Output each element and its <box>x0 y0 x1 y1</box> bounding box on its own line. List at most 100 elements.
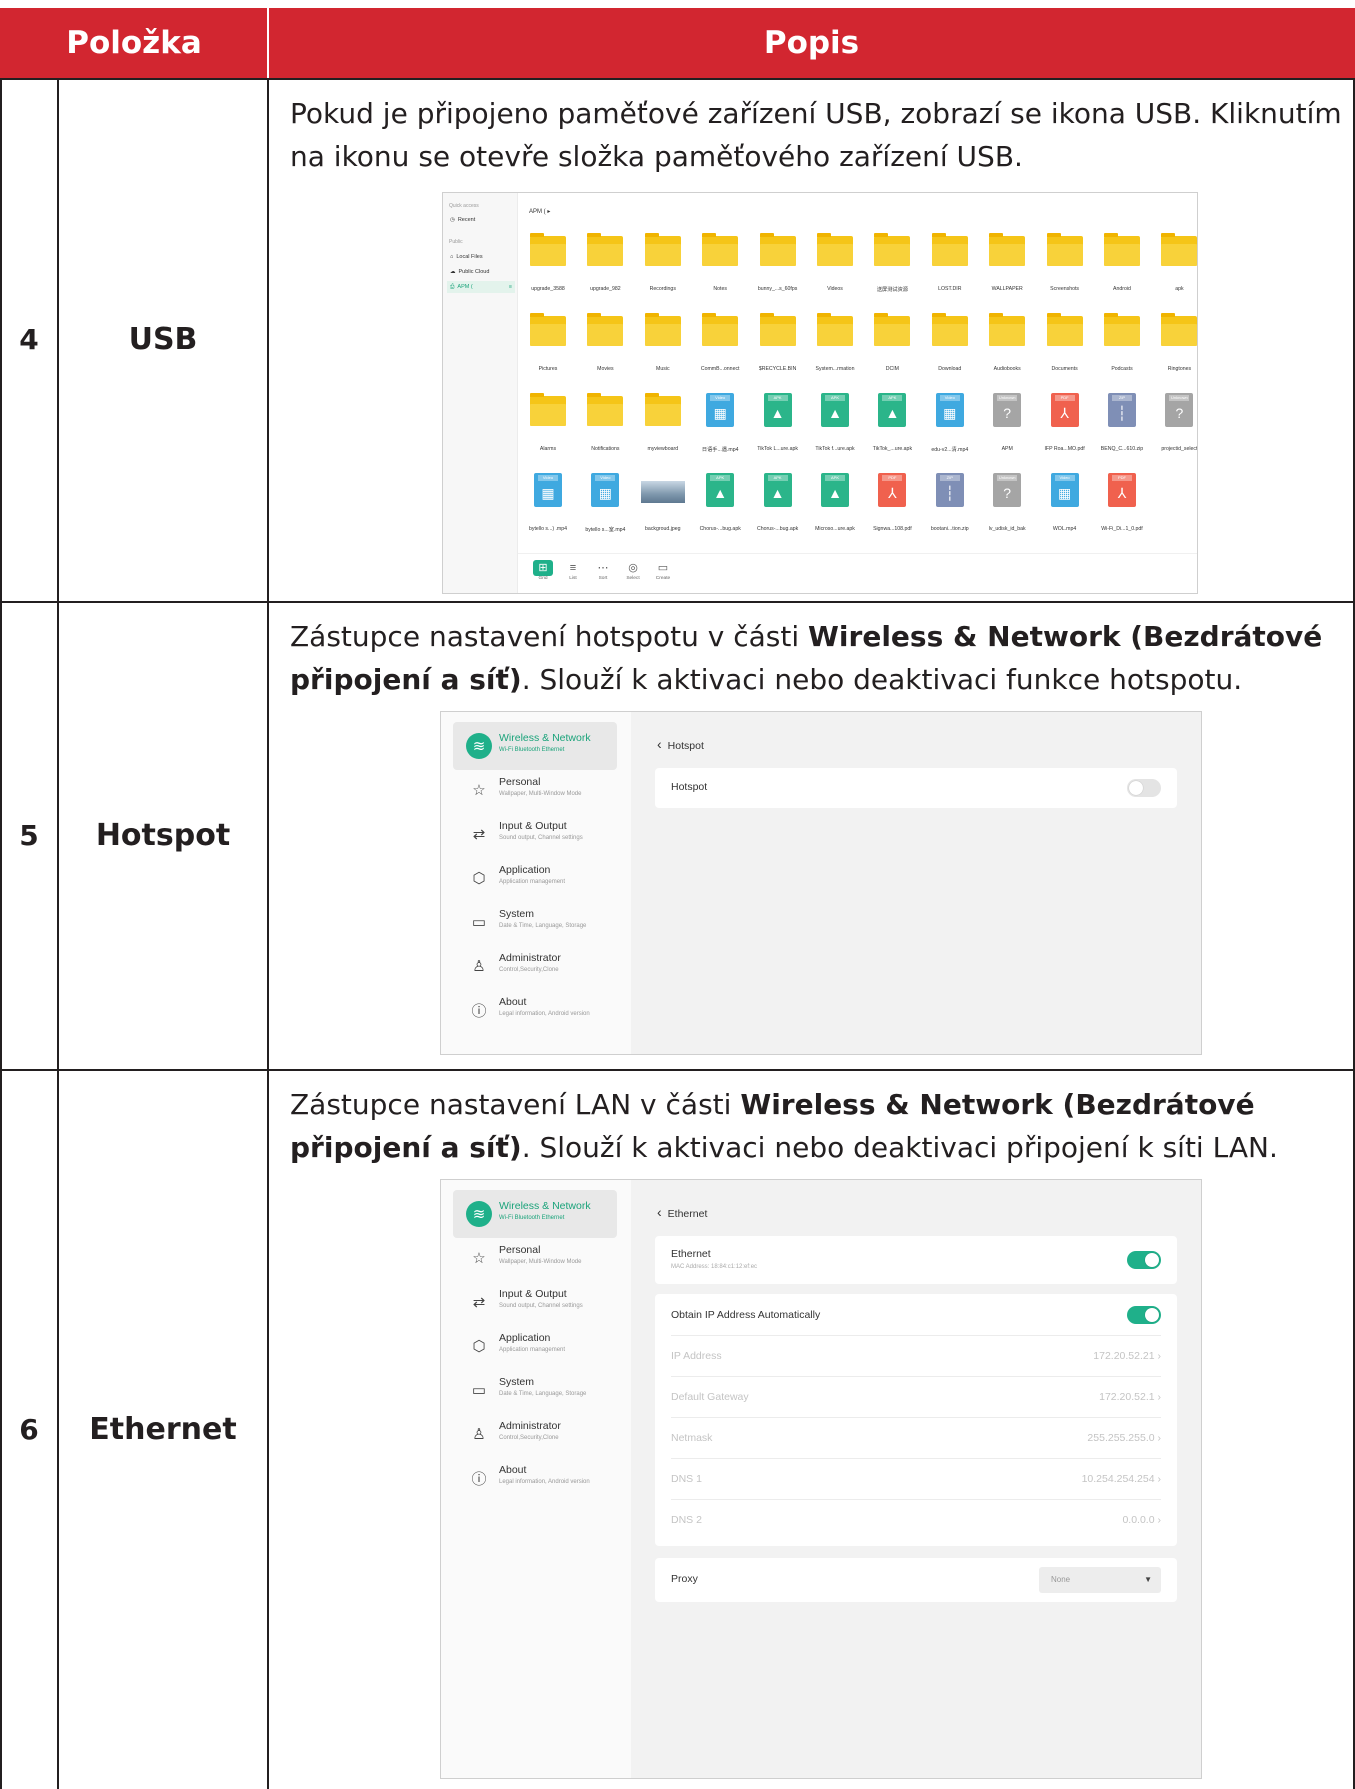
ip-field-value[interactable]: 10.254.254.254 › <box>1082 1473 1161 1485</box>
file-item[interactable]: LOST.DIR <box>922 233 978 313</box>
eject-icon[interactable]: ≡ <box>509 284 512 290</box>
settings-menu-item[interactable]: ≋ Wireless & Network Wi-Fi Bluetooth Ether… <box>453 1190 617 1238</box>
file-item[interactable]: bunny_...s_60fps <box>750 233 806 313</box>
file-item[interactable]: Download <box>922 313 978 393</box>
file-type-tag: APK <box>882 395 903 401</box>
file-item[interactable]: ZIP ┆ BENQ_C...610.zip <box>1094 393 1150 473</box>
settings-menu-item[interactable]: ⇄ Input & Output Sound output, Channel set… <box>453 1278 617 1326</box>
file-item[interactable]: System...rmation <box>807 313 863 393</box>
hotspot-toggle[interactable] <box>1127 779 1161 797</box>
file-item[interactable]: Video ▦ WOL.mp4 <box>1037 473 1093 553</box>
file-item[interactable]: myviewboard <box>635 393 691 473</box>
file-name: Notes <box>713 286 727 292</box>
grid-view-button[interactable]: ⊞ Grid <box>530 560 556 590</box>
create-folder-button[interactable]: ▭ Create <box>650 560 676 590</box>
cloud-icon: ☁ <box>450 269 456 275</box>
file-item[interactable]: CommB...onnect <box>692 313 748 393</box>
file-item[interactable]: apk <box>1151 233 1197 313</box>
file-item[interactable]: Video ▦ bytello s...) .mp4 <box>520 473 576 553</box>
file-item[interactable]: Video ▦ 日语手...遇.mp4 <box>692 393 748 473</box>
usb-icon: ⎙ <box>450 283 455 290</box>
apk-file-icon: APK ▲ <box>821 473 849 507</box>
file-item[interactable]: DCIM <box>864 313 920 393</box>
settings-menu-item[interactable]: ⓘ About Legal information, Android version <box>453 1454 617 1502</box>
unknown-file-icon: Unknown? <box>993 393 1022 427</box>
file-item[interactable]: WALLPAPER <box>979 233 1035 313</box>
file-item[interactable]: 送屏测试资源 <box>864 233 920 313</box>
file-item[interactable]: APK ▲ TikTok f...ure.apk <box>807 393 863 473</box>
file-item[interactable]: Movies <box>577 313 633 393</box>
ip-field-value[interactable]: 255.255.255.0 › <box>1087 1432 1161 1444</box>
sort-button[interactable]: ⋯ Sort <box>590 560 616 590</box>
file-item[interactable]: Notifications <box>577 393 633 473</box>
breadcrumb[interactable]: APM ( ▸ <box>529 208 550 215</box>
file-name: Documents <box>1051 366 1078 372</box>
file-item[interactable]: Unknown? lv_udisk_id_bak <box>979 473 1035 553</box>
sidebar-item-public-cloud[interactable]: ☁ Public Cloud <box>447 266 515 278</box>
back-button[interactable]: ‹ Ethernet <box>657 1204 707 1220</box>
settings-menu-item[interactable]: ♙ Administrator Control,Security,Clone <box>453 1410 617 1458</box>
file-item[interactable]: Documents <box>1037 313 1093 393</box>
settings-menu-item[interactable]: ♙ Administrator Control,Security,Clone <box>453 942 617 990</box>
file-item[interactable]: Video ▦ bytello s...室.mp4 <box>577 473 633 553</box>
file-name: apk <box>1175 286 1184 292</box>
file-item[interactable]: upgrade_3588 <box>520 233 576 313</box>
list-view-button[interactable]: ≡ List <box>560 560 586 590</box>
file-item[interactable]: ZIP ┆ bootani...tion.zip <box>922 473 978 553</box>
settings-menu-item[interactable]: ⇄ Input & Output Sound output, Channel set… <box>453 810 617 858</box>
file-item[interactable]: Music <box>635 313 691 393</box>
ip-field-value[interactable]: 172.20.52.21 › <box>1093 1350 1161 1362</box>
file-item[interactable]: Ringtones <box>1151 313 1197 393</box>
file-item[interactable]: Recordings <box>635 233 691 313</box>
obtain-ip-toggle[interactable] <box>1127 1306 1161 1324</box>
sidebar-item-recent[interactable]: ◷ Recent <box>447 214 515 226</box>
settings-menu-item[interactable]: ☆ Personal Wallpaper, Multi-Window Mode <box>453 1234 617 1282</box>
settings-menu-item[interactable]: ▭ System Date & Time, Language, Storage <box>453 1366 617 1414</box>
settings-menu-item[interactable]: ⬡ Application Application management <box>453 1322 617 1370</box>
proxy-select[interactable]: None ▼ <box>1039 1567 1161 1593</box>
file-item[interactable]: Alarms <box>520 393 576 473</box>
file-item[interactable]: Android <box>1094 233 1150 313</box>
file-item[interactable]: Video ▦ edu-v2...清.mp4 <box>922 393 978 473</box>
file-item[interactable]: $RECYCLE.BIN <box>750 313 806 393</box>
file-item[interactable]: PDF ⅄ Signwa...108.pdf <box>864 473 920 553</box>
folder-icon <box>530 313 566 346</box>
file-item[interactable]: APK ▲ Chorus-...bug.apk <box>692 473 748 553</box>
settings-menu-item[interactable]: ☆ Personal Wallpaper, Multi-Window Mode <box>453 766 617 814</box>
settings-menu-item[interactable]: ⓘ About Legal information, Android version <box>453 986 617 1034</box>
hotspot-settings-screenshot: ≋ Wireless & Network Wi-Fi Bluetooth Ether… <box>440 711 1202 1055</box>
folder-icon <box>1104 233 1140 266</box>
file-item[interactable]: APK ▲ TikTok_...ure.apk <box>864 393 920 473</box>
back-button[interactable]: ‹ Hotspot <box>657 736 704 752</box>
select-button[interactable]: ◎ Select <box>620 560 646 590</box>
file-item[interactable]: PDF ⅄ IFP Roa...MO.pdf <box>1037 393 1093 473</box>
file-item[interactable]: Unknown? projectid_select <box>1151 393 1197 473</box>
sidebar-item-apm[interactable]: ⎙ APM (≡ <box>447 281 515 293</box>
description-text: . Slouží k aktivaci nebo deaktivaci přip… <box>521 1131 1278 1164</box>
file-item[interactable]: APK ▲ Microso...ure.apk <box>807 473 863 553</box>
file-item[interactable]: Pictures <box>520 313 576 393</box>
ip-field-value[interactable]: 172.20.52.1 › <box>1099 1391 1161 1403</box>
ethernet-toggle[interactable] <box>1127 1251 1161 1269</box>
video-file-icon: Video ▦ <box>1050 473 1079 507</box>
file-item[interactable]: Audiobooks <box>979 313 1035 393</box>
file-item[interactable]: Notes <box>692 233 748 313</box>
file-item[interactable]: backgroud.jpeg <box>635 473 691 553</box>
settings-menu-item[interactable]: ⬡ Application Application management <box>453 854 617 902</box>
file-item[interactable]: upgrade_982 <box>577 233 633 313</box>
sidebar-item-local-files[interactable]: ⌂ Local Files <box>447 251 515 263</box>
file-item[interactable]: PDF ⅄ Wi-Fi_Di...1_0.pdf <box>1094 473 1150 553</box>
file-item[interactable]: Unknown? APM <box>979 393 1035 473</box>
file-item[interactable]: Videos <box>807 233 863 313</box>
file-item[interactable]: APK ▲ Chorus-...bug.apk <box>750 473 806 553</box>
file-item[interactable]: APK ▲ TikTok L...ure.apk <box>750 393 806 473</box>
monitor-icon: ▭ <box>471 914 487 931</box>
file-type-tag: Unknown <box>1169 395 1190 401</box>
settings-menu-item[interactable]: ▭ System Date & Time, Language, Storage <box>453 898 617 946</box>
settings-sidebar: ≋ Wireless & Network Wi-Fi Bluetooth Ether… <box>441 1180 631 1778</box>
settings-menu-item[interactable]: ≋ Wireless & Network Wi-Fi Bluetooth Ether… <box>453 722 617 770</box>
folder-icon <box>530 233 566 266</box>
file-item[interactable]: Podcasts <box>1094 313 1150 393</box>
ip-field-value[interactable]: 0.0.0.0 › <box>1122 1514 1161 1526</box>
file-item[interactable]: Screenshots <box>1037 233 1093 313</box>
